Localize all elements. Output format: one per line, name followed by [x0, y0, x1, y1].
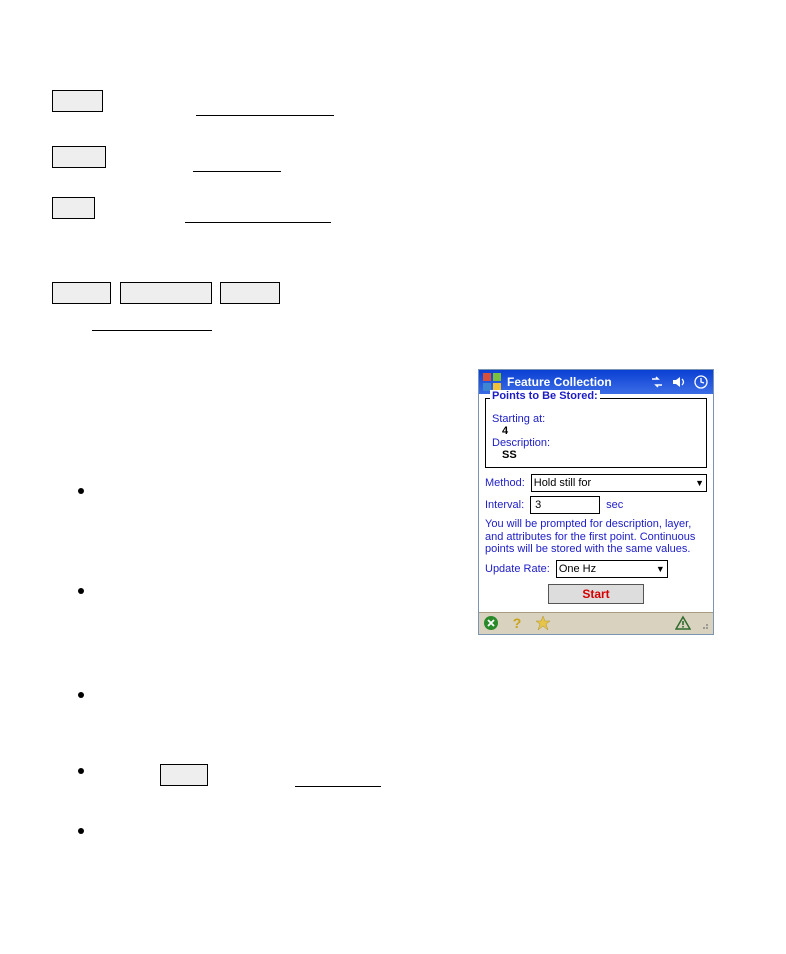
method-select[interactable]: Hold still for ▼ — [531, 474, 707, 492]
star-icon[interactable] — [535, 615, 551, 631]
description-label: Description: — [492, 437, 700, 449]
update-rate-value: One Hz — [559, 563, 596, 575]
interval-unit: sec — [606, 499, 623, 511]
sync-icon[interactable] — [649, 374, 665, 390]
bullet-5 — [78, 828, 84, 834]
interval-label: Interval: — [485, 499, 524, 511]
outline-box-7 — [160, 764, 208, 786]
method-label: Method: — [485, 477, 525, 489]
resize-grip-icon — [701, 615, 709, 631]
points-to-be-stored-group: Points to Be Stored: Starting at: 4 Desc… — [485, 398, 707, 468]
outline-underline-5 — [295, 786, 381, 787]
group-legend: Points to Be Stored: — [490, 390, 600, 402]
outline-underline-2 — [193, 171, 281, 172]
outline-box-6 — [220, 282, 280, 304]
window-title: Feature Collection — [507, 375, 643, 389]
clock-icon[interactable] — [693, 374, 709, 390]
dropdown-arrow-icon: ▼ — [656, 564, 665, 574]
dropdown-arrow-icon: ▼ — [695, 478, 704, 488]
svg-text:?: ? — [513, 615, 522, 631]
outline-box-4 — [52, 282, 111, 304]
outline-box-5 — [120, 282, 212, 304]
description-value: SS — [492, 449, 700, 461]
window-bottom-bar: ? — [479, 612, 713, 634]
outline-box-3 — [52, 197, 95, 219]
starting-at-label: Starting at: — [492, 413, 700, 425]
interval-input[interactable] — [530, 496, 600, 514]
start-button-label: Start — [582, 587, 609, 601]
outline-underline-1 — [196, 115, 334, 116]
close-icon[interactable] — [483, 615, 499, 631]
volume-icon[interactable] — [671, 374, 687, 390]
windows-logo-icon — [483, 373, 501, 391]
starting-at-value: 4 — [492, 425, 700, 437]
update-rate-select[interactable]: One Hz ▼ — [556, 560, 668, 578]
start-button[interactable]: Start — [548, 584, 644, 604]
outline-underline-3 — [185, 222, 331, 223]
bullet-3 — [78, 692, 84, 698]
outline-box-2 — [52, 146, 106, 168]
bullet-1 — [78, 488, 84, 494]
method-select-value: Hold still for — [534, 477, 591, 489]
bullet-2 — [78, 588, 84, 594]
instruction-text: You will be prompted for description, la… — [485, 518, 707, 556]
outline-box-1 — [52, 90, 103, 112]
update-rate-label: Update Rate: — [485, 563, 550, 575]
bullet-4 — [78, 768, 84, 774]
outline-underline-4 — [92, 330, 212, 331]
help-icon[interactable]: ? — [509, 615, 525, 631]
feature-collection-window: Feature Collection Points to Be Stored: … — [478, 369, 714, 635]
warning-triangle-icon[interactable] — [675, 615, 691, 631]
